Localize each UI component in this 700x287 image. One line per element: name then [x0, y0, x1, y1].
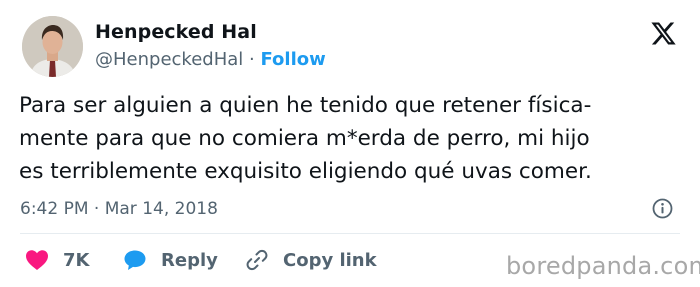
- reply-label: Reply: [161, 249, 218, 271]
- watermark: boredpanda.com: [506, 252, 700, 280]
- link-icon: [245, 248, 269, 272]
- divider: [20, 233, 680, 234]
- tweet-timestamp[interactable]: 6:42 PM · Mar 14, 2018: [20, 199, 218, 219]
- x-logo-icon[interactable]: [650, 20, 677, 47]
- author-name[interactable]: Henpecked Hal: [95, 21, 257, 43]
- tweet-text-line: mente para que no comiera m*erda de perr…: [19, 126, 590, 151]
- separator-dot: ·: [249, 49, 255, 70]
- copy-link-label: Copy link: [283, 249, 377, 271]
- like-button[interactable]: 7K: [25, 246, 89, 274]
- copy-link-button[interactable]: Copy link: [245, 246, 377, 274]
- follow-button[interactable]: Follow: [260, 49, 325, 70]
- info-icon[interactable]: [652, 198, 673, 219]
- tweet-card: Henpecked Hal @HenpeckedHal · Follow Par…: [0, 0, 700, 287]
- author-handle[interactable]: @HenpeckedHal: [95, 49, 243, 70]
- tweet-text-line: Para ser alguien a quien he tenido que r…: [19, 93, 592, 118]
- author-handle-row: @HenpeckedHal · Follow: [95, 49, 326, 70]
- like-count: 7K: [63, 249, 90, 271]
- heart-icon: [25, 249, 49, 271]
- speech-bubble-icon: [123, 249, 147, 271]
- avatar[interactable]: [22, 16, 83, 77]
- reply-button[interactable]: Reply: [123, 246, 218, 274]
- tweet-text: Para ser alguien a quien he tenido que r…: [19, 89, 684, 188]
- tweet-text-line: es terriblemente exquisito eligiendo qué…: [19, 159, 592, 184]
